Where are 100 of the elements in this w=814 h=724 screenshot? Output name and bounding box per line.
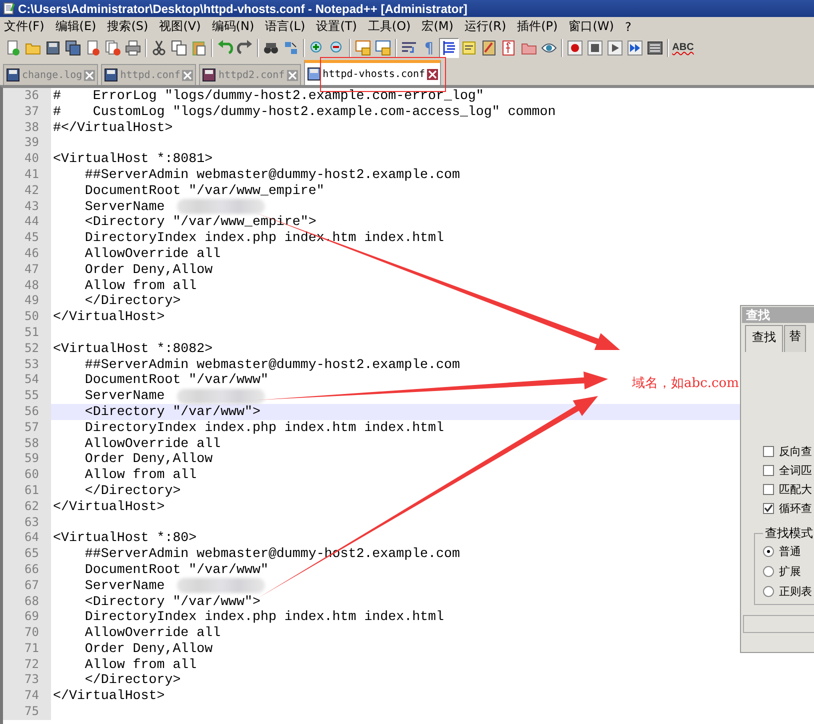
menu-item[interactable]: 编辑(E): [54, 18, 98, 35]
code-line: DocumentRoot "/var/www": [84, 372, 268, 388]
copy-icon[interactable]: [171, 40, 187, 56]
code-line: </VirtualHost>: [52, 309, 165, 325]
radio-label: 普通: [779, 544, 801, 558]
status-field: [743, 615, 814, 633]
line-number: 64: [3, 530, 51, 546]
line-number: 65: [3, 546, 51, 562]
code-line: <VirtualHost *:8082>: [52, 340, 213, 357]
line-number: 44: [3, 214, 51, 230]
code-line: </Directory>: [84, 482, 181, 499]
line-number: 46: [3, 246, 51, 262]
menu-item[interactable]: 设置(T): [315, 18, 358, 35]
menu-item[interactable]: 运行(R): [463, 18, 508, 35]
file-tab[interactable]: httpd-vhosts.conf: [304, 60, 442, 85]
radio-button[interactable]: [763, 566, 774, 576]
checkbox-label: 匹配大: [779, 482, 812, 496]
document-map-icon[interactable]: [481, 40, 497, 56]
line-number: 75: [3, 704, 51, 720]
annotation-text: 域名，如abc.com: [632, 375, 739, 392]
line-number: 39: [3, 135, 51, 152]
checkbox[interactable]: [763, 446, 774, 456]
dialog-tab[interactable]: 替: [784, 325, 806, 352]
radio-label: 扩展: [779, 564, 801, 578]
line-number: 69: [3, 609, 51, 626]
menu-item[interactable]: 编码(N): [210, 18, 256, 35]
spell-check-button[interactable]: ABC: [671, 38, 695, 58]
line-number: 56: [3, 404, 51, 420]
line-number: 38: [3, 120, 51, 136]
code-line: Allow from all: [84, 278, 197, 294]
line-number: 71: [3, 640, 51, 657]
replace-icon[interactable]: [283, 40, 299, 56]
code-line: <Directory "/var/www">: [84, 404, 260, 420]
line-number: 53: [3, 356, 51, 372]
menu-item[interactable]: 工具(O): [366, 18, 412, 35]
menu-item[interactable]: ?: [624, 20, 632, 34]
indent-guide-icon[interactable]: [441, 40, 457, 56]
code-line: # CustomLog "logs/dummy-host2.example.com-access_log" common: [52, 104, 556, 120]
scissors-icon[interactable]: [151, 40, 167, 56]
save-macro-icon[interactable]: [647, 40, 663, 56]
code-line: ##ServerAdmin webmaster@dummy-host2.example.com: [84, 356, 460, 372]
code-line: </Directory>: [84, 293, 181, 310]
code-line: <VirtualHost *:80>: [52, 530, 197, 546]
word-wrap-icon[interactable]: [401, 40, 417, 56]
redo-icon[interactable]: [237, 40, 253, 56]
line-number: 67: [3, 578, 51, 594]
line-number: 55: [3, 388, 51, 404]
dialog-title: 查找: [742, 307, 814, 323]
line-number: 52: [3, 340, 51, 357]
line-number: 50: [3, 309, 51, 325]
menu-item[interactable]: 语言(L): [264, 18, 306, 35]
radio-label: 正则表: [779, 584, 812, 598]
save-icon[interactable]: [45, 40, 61, 56]
line-number: 63: [3, 514, 51, 530]
code-line: <Directory "/var/www_empire">: [84, 214, 316, 230]
code-line: </Directory>: [84, 672, 181, 688]
code-line: DocumentRoot "/var/www_empire": [84, 182, 324, 199]
close-icon[interactable]: [427, 68, 438, 80]
line-number: 37: [3, 104, 51, 120]
paste-icon[interactable]: [191, 40, 207, 56]
stop-icon[interactable]: [587, 40, 603, 56]
app-icon: [3, 2, 15, 15]
checkbox[interactable]: [763, 464, 774, 476]
new-file-icon[interactable]: [5, 40, 21, 56]
code-line: Order Deny,Allow: [84, 451, 213, 468]
sync-scroll-icon[interactable]: [355, 40, 371, 56]
code-line: AllowOverride all: [84, 436, 221, 452]
record-icon[interactable]: [567, 40, 583, 56]
code-line: <Directory "/var/www">: [84, 594, 260, 610]
note-icon[interactable]: [461, 40, 477, 56]
dialog-tab[interactable]: 查找: [745, 325, 783, 352]
code-line: AllowOverride all: [84, 246, 221, 262]
line-number: 62: [3, 498, 51, 515]
fast-forward-icon[interactable]: [627, 40, 643, 56]
code-line: #</VirtualHost>: [52, 120, 173, 136]
menu-item[interactable]: 窗口(W): [568, 18, 615, 35]
close-all-icon[interactable]: [105, 40, 121, 56]
code-line: </VirtualHost>: [52, 688, 165, 704]
checkbox[interactable]: [763, 502, 774, 514]
function-list-icon[interactable]: [501, 40, 517, 56]
sync-scroll-icon[interactable]: [375, 40, 391, 56]
code-line: Order Deny,Allow: [84, 262, 213, 278]
checkbox-label: 循环查: [779, 500, 812, 516]
menu-item[interactable]: 视图(V): [158, 18, 202, 35]
line-number: 43: [3, 198, 51, 214]
menu-item[interactable]: 文件(F): [3, 18, 46, 35]
menu-item[interactable]: 插件(P): [516, 18, 559, 35]
code-line: Order Deny,Allow: [84, 640, 213, 657]
line-number: 74: [3, 688, 51, 704]
code-line: Allow from all: [84, 467, 197, 483]
print-icon[interactable]: [125, 40, 141, 56]
play-icon[interactable]: [607, 40, 623, 56]
radio-button[interactable]: [763, 586, 774, 596]
close-file-icon[interactable]: [85, 40, 101, 56]
radio-button[interactable]: [763, 546, 774, 556]
menu-item[interactable]: 宏(M): [420, 18, 454, 35]
menu-item[interactable]: 搜索(S): [106, 18, 150, 35]
line-number: 36: [3, 88, 51, 104]
checkbox[interactable]: [763, 484, 774, 494]
save-all-icon[interactable]: [65, 40, 81, 56]
